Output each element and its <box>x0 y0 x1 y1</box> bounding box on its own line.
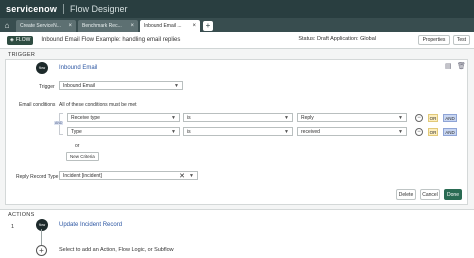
tab-inbound-email[interactable]: Inbound Email ... × <box>140 20 200 32</box>
trash-icon[interactable]: 🗑 <box>457 62 466 70</box>
flow-title: Inbound Email Flow Example: handling ema… <box>41 37 181 43</box>
trigger-section-label: TRIGGER <box>8 52 36 58</box>
remove-condition-button[interactable]: − <box>415 128 423 136</box>
action-node-icon: flow <box>36 219 48 231</box>
and-button[interactable]: AND <box>443 128 457 136</box>
chevron-down-icon: ▼ <box>189 172 194 179</box>
chevron-down-icon: ▼ <box>171 114 176 121</box>
app-title: Flow Designer <box>70 4 128 14</box>
trigger-select[interactable]: Inbound Email ▼ <box>59 81 183 90</box>
condition-field-select[interactable]: Receive type ▼ <box>67 113 180 122</box>
remove-condition-button[interactable]: − <box>415 114 423 122</box>
condition-field-value: Type <box>71 128 82 135</box>
divider <box>63 4 65 14</box>
tab-label: Benchmark Rec... <box>82 23 122 29</box>
tab-bar: ⌂ Create ServiceN... × Benchmark Rec... … <box>0 18 474 32</box>
add-step-hint[interactable]: Select to add an Action, Flow Logic, or … <box>59 247 174 253</box>
properties-button[interactable]: Properties <box>418 35 450 45</box>
condition-value: received <box>301 128 320 135</box>
cancel-button[interactable]: Cancel <box>420 189 440 200</box>
new-tab-button[interactable]: + <box>203 21 213 31</box>
select-controls: ✕ ▼ <box>179 172 194 180</box>
flow-badge: ◈ FLOW <box>7 35 34 45</box>
new-criteria-button[interactable]: New Criteria <box>66 152 99 161</box>
or-label: or <box>75 143 80 149</box>
close-icon[interactable]: × <box>192 23 196 29</box>
reply-record-type-value: Incident [incident] <box>63 172 102 179</box>
home-icon[interactable]: ⌂ <box>0 18 14 32</box>
status-text: Status: Draft Application: Global <box>298 36 376 42</box>
and-button[interactable]: AND <box>443 114 457 122</box>
step-number: 1 <box>11 224 15 230</box>
tab-create-servicenow[interactable]: Create ServiceN... × <box>16 20 76 32</box>
clear-icon[interactable]: ✕ <box>179 172 185 180</box>
condition-value-select[interactable]: Reply ▼ <box>297 113 407 122</box>
flow-badge-label: FLOW <box>15 37 31 43</box>
add-step-icon[interactable]: + <box>36 245 47 256</box>
chevron-down-icon: ▼ <box>284 128 289 135</box>
delete-button[interactable]: Delete <box>396 189 416 200</box>
email-conditions-label: Email conditions <box>19 102 56 108</box>
trigger-label: Trigger <box>39 84 55 90</box>
chevron-down-icon: ▼ <box>174 82 179 89</box>
app-bar: servicenow Flow Designer <box>0 0 474 18</box>
tab-label: Create ServiceN... <box>20 23 61 29</box>
tab-label: Inbound Email ... <box>144 23 182 29</box>
close-icon[interactable]: × <box>68 23 72 29</box>
action-name[interactable]: Update Incident Record <box>59 222 122 228</box>
reply-record-type-label: Reply Record Type <box>16 174 59 180</box>
trigger-name[interactable]: Inbound Email <box>59 65 97 71</box>
comment-icon[interactable]: ▤ <box>445 62 452 70</box>
condition-operator-value: is <box>187 114 191 121</box>
done-button[interactable]: Done <box>444 189 462 200</box>
condition-field-value: Receive type <box>71 114 100 121</box>
tab-benchmark[interactable]: Benchmark Rec... × <box>78 20 138 32</box>
chevron-down-icon: ▼ <box>284 114 289 121</box>
condition-operator-select[interactable]: is ▼ <box>183 113 293 122</box>
condition-field-select[interactable]: Type ▼ <box>67 127 180 136</box>
chevron-down-icon: ▼ <box>171 128 176 135</box>
or-button[interactable]: OR <box>428 114 438 122</box>
trigger-node-icon: flow <box>36 62 48 74</box>
test-button[interactable]: Test <box>453 35 470 45</box>
close-icon[interactable]: × <box>130 23 134 29</box>
or-button[interactable]: OR <box>428 128 438 136</box>
chevron-down-icon: ▼ <box>398 114 403 121</box>
actions-section-label: ACTIONS <box>8 212 35 218</box>
conditions-hint: All of these conditions must be met <box>59 102 137 108</box>
and-tag: AND <box>54 121 64 125</box>
condition-operator-select[interactable]: is ▼ <box>183 127 293 136</box>
flow-icon: ◈ <box>10 37 14 43</box>
reply-record-type-select[interactable]: Incident [incident] ✕ ▼ <box>59 171 198 180</box>
chevron-down-icon: ▼ <box>398 128 403 135</box>
trigger-select-value: Inbound Email <box>63 82 95 89</box>
condition-value-select[interactable]: received ▼ <box>297 127 407 136</box>
condition-value: Reply <box>301 114 314 121</box>
servicenow-logo[interactable]: servicenow <box>6 4 57 14</box>
condition-operator-value: is <box>187 128 191 135</box>
flow-header: ◈ FLOW Inbound Email Flow Example: handl… <box>0 32 474 49</box>
